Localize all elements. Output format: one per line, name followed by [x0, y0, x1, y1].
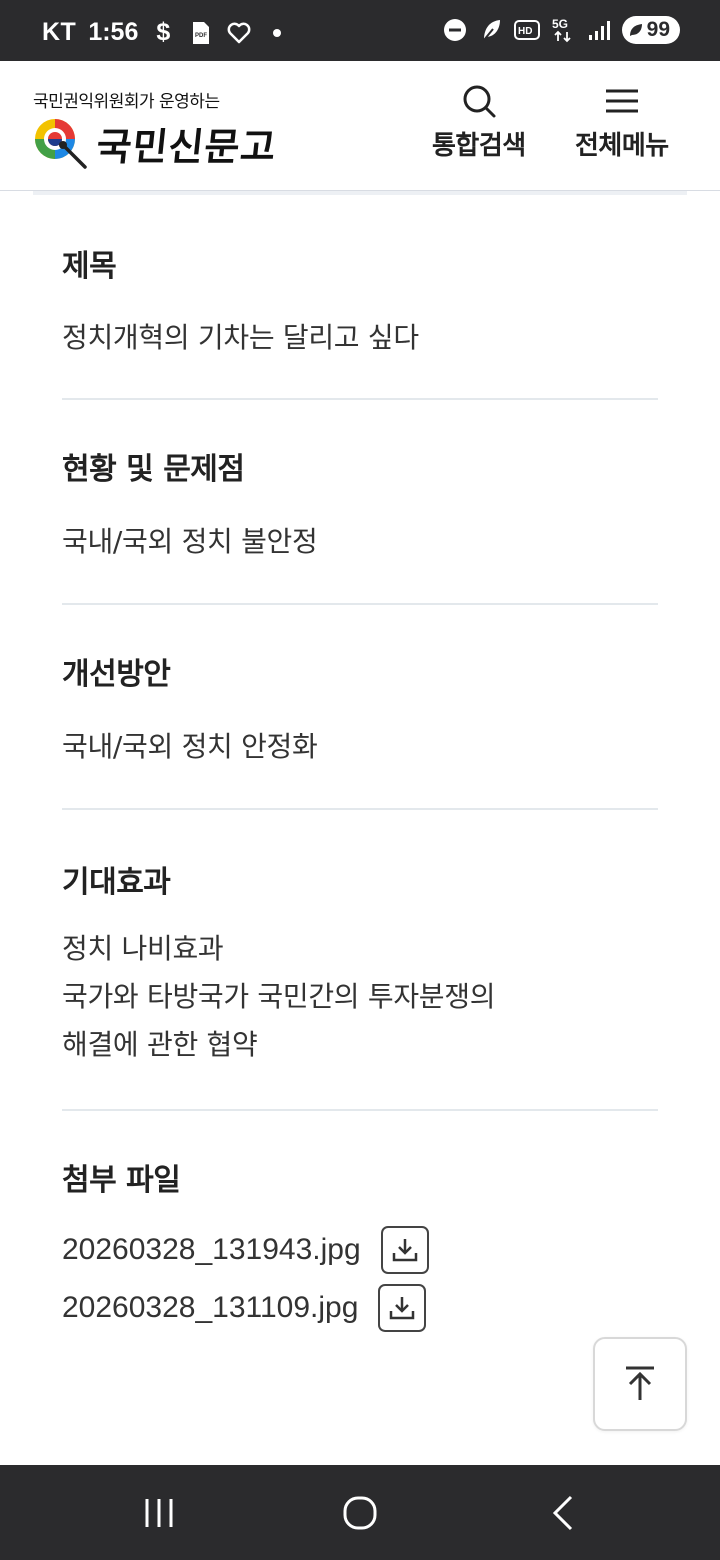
- home-button[interactable]: [340, 1493, 380, 1533]
- hamburger-icon: [605, 89, 638, 113]
- battery-level: 99: [646, 18, 670, 41]
- 5g-icon: 5G: [550, 17, 576, 43]
- attachment-filename[interactable]: 20260328_131943.jpg: [62, 1233, 361, 1267]
- section-heading: 현황 및 문제점: [62, 452, 245, 487]
- download-button[interactable]: [378, 1284, 427, 1332]
- site-logo[interactable]: 국민권익위원회가 운영하는 국민신문고: [33, 87, 279, 171]
- menu-label: 전체메뉴: [575, 131, 669, 161]
- section-text-line: 국가와 타방국가 국민간의 투자분쟁의: [62, 980, 496, 1013]
- back-button[interactable]: [543, 1493, 583, 1533]
- svg-text:PDF: PDF: [195, 33, 207, 39]
- scroll-to-top-button[interactable]: [593, 1337, 687, 1431]
- status-bar: KT 1:56 $ PDF HD 5G 99: [0, 0, 720, 61]
- section-status-problems: 현황 및 문제점 국내/국외 정치 불안정: [62, 400, 658, 605]
- attachment-row: 20260328_131109.jpg: [62, 1279, 658, 1337]
- home-icon: [343, 1496, 377, 1530]
- attachment-row: 20260328_131943.jpg: [62, 1221, 658, 1279]
- section-text: 국내/국외 정치 불안정: [62, 525, 318, 558]
- logo-subtitle: 국민권익위원회가 운영하는: [33, 92, 220, 112]
- recent-apps-button[interactable]: [139, 1493, 179, 1533]
- section-text-line: 해결에 관한 협약: [62, 1028, 258, 1061]
- section-heading: 제목: [62, 249, 117, 284]
- download-button[interactable]: [380, 1226, 429, 1274]
- heart-icon: [226, 20, 252, 46]
- recent-apps-icon: [145, 1499, 173, 1527]
- section-text-line: 정치 나비효과: [62, 932, 224, 965]
- leaf-icon: [478, 17, 504, 43]
- menu-button[interactable]: 전체메뉴: [575, 83, 669, 162]
- system-nav-bar: [0, 1465, 720, 1560]
- dnd-icon: [442, 17, 468, 43]
- status-time: 1:56: [88, 18, 139, 46]
- dot-icon: [264, 20, 290, 46]
- search-button[interactable]: 통합검색: [432, 83, 526, 162]
- section-text: 국내/국외 정치 안정화: [62, 730, 318, 763]
- hd-icon: HD: [513, 17, 540, 43]
- search-label: 통합검색: [432, 131, 526, 161]
- search-icon: [463, 85, 496, 118]
- section-text: 정치개혁의 기차는 달리고 싶다: [62, 321, 419, 354]
- carrier-label: KT: [42, 18, 77, 46]
- section-heading: 기대효과: [62, 865, 171, 900]
- arrow-up-to-top-icon: [626, 1366, 654, 1400]
- section-heading: 개선방안: [62, 657, 171, 692]
- battery-icon: 99: [621, 16, 680, 44]
- drum-logo-icon: [33, 117, 91, 171]
- svg-text:HD: HD: [518, 26, 532, 37]
- pdf-icon: PDF: [188, 20, 214, 46]
- back-icon: [552, 1495, 573, 1531]
- signal-icon: [586, 17, 612, 43]
- site-header: 국민권익위원회가 운영하는 국민신문고 통합검색 전체메뉴: [0, 61, 720, 191]
- svg-text:5G: 5G: [552, 17, 568, 31]
- section-improvement: 개선방안 국내/국외 정치 안정화: [62, 605, 658, 810]
- download-icon: [390, 1297, 415, 1320]
- logo-title: 국민신문고: [94, 124, 279, 169]
- petition-detail: 제목 정치개혁의 기차는 달리고 싶다 현황 및 문제점 국내/국외 정치 불안…: [62, 191, 658, 1337]
- section-expected-effects: 기대효과 정치 나비효과 국가와 타방국가 국민간의 투자분쟁의 해결에 관한 …: [62, 810, 658, 1111]
- dollar-icon: $: [156, 18, 171, 46]
- section-attachments: 첨부 파일 20260328_131943.jpg 20260328_13110…: [62, 1111, 658, 1337]
- download-icon: [392, 1239, 417, 1262]
- attachments-heading: 첨부 파일: [62, 1163, 181, 1198]
- section-title: 제목 정치개혁의 기차는 달리고 싶다: [62, 191, 658, 400]
- attachment-filename[interactable]: 20260328_131109.jpg: [62, 1291, 358, 1325]
